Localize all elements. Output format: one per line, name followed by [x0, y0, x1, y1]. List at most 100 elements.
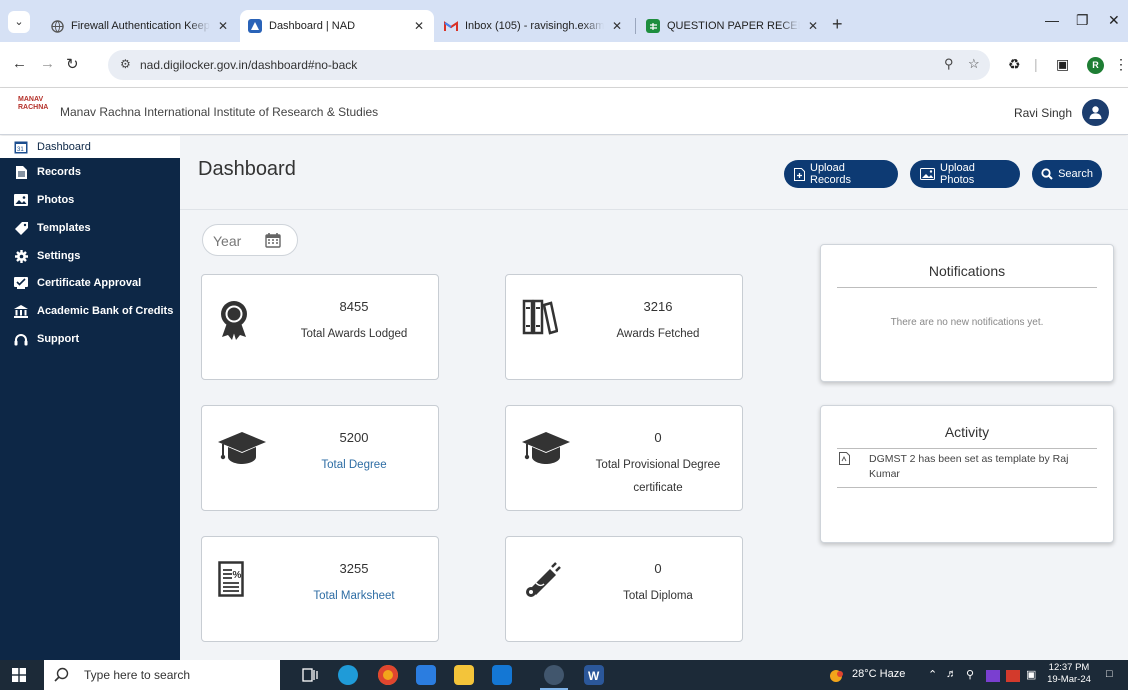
main-content: Dashboard Upload Records Upload Photos S…: [180, 136, 1128, 660]
sidebar-item-support[interactable]: Support: [0, 328, 180, 350]
app-tray-icon-2[interactable]: [1006, 670, 1020, 682]
sidebar-item-certificate-approval[interactable]: Certificate Approval: [0, 272, 180, 294]
notification-center-icon[interactable]: □: [1106, 668, 1113, 680]
institute-logo[interactable]: MANAV RACHNA: [18, 96, 52, 126]
upload-photos-button[interactable]: Upload Photos: [910, 160, 1020, 188]
stat-card-total-awards-lodged[interactable]: 8455 Total Awards Lodged: [201, 274, 439, 380]
stat-card-total-provisional-degree[interactable]: 0 Total Provisional Degree certificate: [505, 405, 743, 511]
stat-value: 3255: [339, 561, 369, 576]
close-tab-icon[interactable]: ✕: [412, 19, 426, 33]
tray-chevron-icon[interactable]: ⌃: [928, 668, 937, 681]
year-filter-label: Year: [213, 233, 242, 249]
close-tab-icon[interactable]: ✕: [806, 19, 820, 33]
stat-value: 3216: [643, 299, 673, 314]
zoom-icon[interactable]: ⚲: [944, 56, 954, 72]
close-window-icon[interactable]: ✕: [1108, 12, 1120, 29]
sidebar-item-label: Academic Bank of Credits: [37, 305, 174, 317]
user-name[interactable]: Ravi Singh: [1014, 106, 1072, 120]
stat-card-awards-fetched[interactable]: 3216 Awards Fetched: [505, 274, 743, 380]
sidebar-item-records[interactable]: Records: [0, 161, 180, 183]
extensions-icon[interactable]: ♻: [1008, 56, 1021, 73]
side-panel-icon[interactable]: ▣: [1056, 56, 1069, 73]
new-tab-button[interactable]: +: [832, 14, 843, 35]
search-icon: [1041, 168, 1053, 180]
sheets-icon: [646, 19, 660, 33]
graduation-cap-icon: [522, 430, 570, 471]
close-tab-icon[interactable]: ✕: [610, 19, 624, 33]
site-header: MANAV RACHNA Manav Rachna International …: [0, 88, 1128, 135]
network-icon[interactable]: ⚲: [966, 668, 974, 681]
sidebar-item-settings[interactable]: Settings: [0, 245, 180, 267]
store-icon[interactable]: [416, 665, 436, 685]
volume-icon[interactable]: ♬: [946, 668, 957, 680]
award-ribbon-icon: [218, 299, 250, 346]
sidebar-item-photos[interactable]: Photos: [0, 189, 180, 211]
url-text: nad.digilocker.gov.in/dashboard#no-back: [140, 58, 358, 72]
file-icon: [839, 452, 850, 470]
browser-tab-dashboard[interactable]: Dashboard | NAD ✕: [240, 10, 434, 42]
windows-start-icon[interactable]: [12, 668, 26, 687]
logo-text: MANAV: [18, 96, 44, 103]
close-tab-icon[interactable]: ✕: [216, 19, 230, 33]
browser-tab-question-paper[interactable]: QUESTION PAPER RECEIVING ✕: [638, 10, 828, 42]
approval-icon: [14, 276, 28, 290]
profile-avatar[interactable]: R: [1087, 57, 1104, 74]
user-avatar[interactable]: [1082, 99, 1109, 126]
upload-records-button[interactable]: Upload Records: [784, 160, 898, 188]
activity-item: DGMST 2 has been set as template by Raj …: [837, 450, 1097, 488]
search-label: Search: [1058, 168, 1093, 180]
stat-label: Awards Fetched: [616, 328, 700, 340]
stat-value: 0: [654, 561, 662, 576]
task-view-icon[interactable]: [300, 665, 320, 685]
weather-text[interactable]: 28°C Haze: [852, 668, 905, 680]
image-icon: [920, 168, 935, 180]
forward-icon[interactable]: →: [40, 55, 55, 72]
sidebar-item-templates[interactable]: Templates: [0, 217, 180, 239]
stat-card-total-degree[interactable]: 5200 Total Degree: [201, 405, 439, 511]
sidebar-item-label: Support: [37, 333, 80, 345]
minimize-icon[interactable]: —: [1045, 12, 1059, 28]
upload-records-label: Upload Records: [810, 162, 851, 186]
taskbar-search[interactable]: Type here to search: [44, 660, 280, 690]
word-icon[interactable]: W: [584, 665, 604, 685]
stat-label: Total Awards Lodged: [300, 328, 408, 340]
input-indicator-icon[interactable]: ▣: [1026, 668, 1036, 681]
browser-menu-icon[interactable]: ⋮: [1114, 56, 1128, 73]
stat-label-link[interactable]: Total Degree: [274, 454, 434, 477]
search-icon: [54, 667, 69, 687]
bookmark-star-icon[interactable]: ☆: [968, 56, 980, 72]
site-info-icon[interactable]: ⚙: [120, 57, 131, 71]
nad-icon: [248, 19, 262, 33]
sidebar-item-academic-bank-of-credits[interactable]: Academic Bank of Credits: [0, 300, 180, 322]
restore-icon[interactable]: ❐: [1076, 12, 1089, 29]
mail-icon[interactable]: [492, 665, 512, 685]
address-bar[interactable]: ⚙ nad.digilocker.gov.in/dashboard#no-bac…: [108, 50, 990, 80]
chrome-profile-icon[interactable]: [540, 665, 568, 690]
stat-card-total-marksheet[interactable]: % 3255 Total Marksheet: [201, 536, 439, 642]
reload-icon[interactable]: ↻: [66, 55, 79, 73]
browser-tab-firewall[interactable]: Firewall Authentication Keepali ✕: [42, 10, 238, 42]
gear-icon: [14, 249, 28, 263]
app-tray-icon[interactable]: [986, 670, 1000, 682]
tab-search-icon[interactable]: ⌄: [8, 11, 30, 33]
activity-title: Activity: [837, 424, 1097, 449]
sidebar-item-label: Certificate Approval: [37, 277, 142, 289]
browser-tab-inbox[interactable]: Inbox (105) - ravisingh.examina ✕: [436, 10, 632, 42]
weather-icon[interactable]: [828, 668, 846, 687]
back-icon[interactable]: ←: [12, 55, 27, 72]
stat-card-total-diploma[interactable]: 0 Total Diploma: [505, 536, 743, 642]
sidebar-item-label: Settings: [37, 250, 81, 262]
file-explorer-icon[interactable]: [454, 665, 474, 685]
stat-label-link[interactable]: Total Marksheet: [274, 585, 434, 608]
sidebar-item-dashboard[interactable]: 31 Dashboard: [0, 136, 180, 158]
calendar-icon[interactable]: [265, 232, 281, 253]
edge-icon[interactable]: [338, 665, 358, 685]
activity-panel: Activity DGMST 2 has been set as templat…: [820, 405, 1114, 543]
page-header: Dashboard Upload Records Upload Photos S…: [180, 136, 1128, 210]
user-icon: [1089, 106, 1102, 119]
chrome-icon[interactable]: [378, 665, 398, 685]
svg-text:31: 31: [17, 147, 24, 153]
year-filter[interactable]: Year: [202, 224, 298, 256]
clock[interactable]: 12:37 PM 19-Mar-24: [1046, 662, 1092, 686]
search-button[interactable]: Search: [1032, 160, 1102, 188]
